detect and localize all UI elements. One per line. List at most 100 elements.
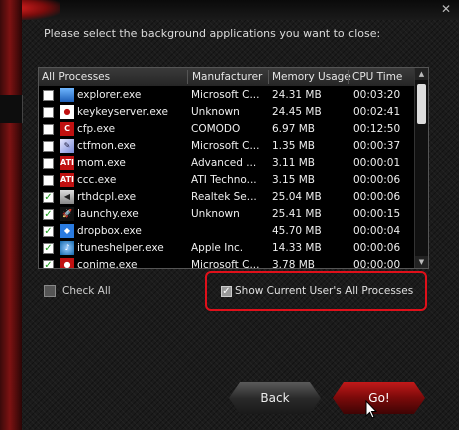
ctfmon-icon: ✎ [60,139,74,153]
show-all-label: Show Current User's All Processes [235,285,414,297]
cpu-time-cell: 00:00:01 [353,157,401,169]
process-name: rthdcpl.exe [77,191,137,203]
memory-cell: 45.70 MB [272,225,322,237]
table-row[interactable]: ✓ ◆ dropbox.exe 45.70 MB 00:00:04 [39,223,414,240]
back-button[interactable]: Back [229,382,321,414]
column-divider [348,70,349,84]
table-row[interactable]: ● keykeyserver.exe Unknown 24.45 MB 00:02:41 [39,104,414,121]
table-row[interactable]: explorer.exe Microsoft C... 24.31 MB 00:03:… [39,87,414,104]
checked-checkbox-icon[interactable]: ✓ [43,260,54,268]
cpu-time-cell: 00:00:04 [353,225,401,237]
manufacturer-cell: Microsoft C... [191,259,260,269]
speaker-icon: ◀ [60,190,74,204]
checkbox-icon[interactable] [43,107,54,118]
header-all-processes[interactable]: All Processes [42,71,110,83]
frame-tab [0,95,23,123]
cpu-time-cell: 00:00:06 [353,174,401,186]
ati-icon: ATI [60,173,74,187]
launchy-icon: 🚀 [60,207,74,221]
memory-cell: 3.15 MB [272,174,315,186]
manufacturer-cell: Unknown [191,106,240,118]
process-name: launchy.exe [77,208,139,220]
table-row[interactable]: ✓ ♪ ituneshelper.exe Apple Inc. 14.33 MB 00:0… [39,240,414,257]
cpu-time-cell: 00:00:06 [353,242,401,254]
manufacturer-cell: Unknown [191,208,240,220]
checked-checkbox-icon[interactable]: ✓ [43,192,54,203]
checked-checkbox-icon[interactable]: ✓ [43,209,54,220]
keykey-icon: ● [60,105,74,119]
checkbox-icon[interactable] [43,90,54,101]
check-all-checkbox[interactable]: Check All [44,285,111,297]
memory-cell: 3.78 MB [272,259,315,269]
header-cpu-time[interactable]: CPU Time [352,71,402,83]
memory-cell: 24.31 MB [272,89,322,101]
header-manufacturer[interactable]: Manufacturer [192,71,262,83]
list-scrollbar[interactable]: ▲ ▼ [414,68,428,268]
manufacturer-cell: Realtek Se... [191,191,257,203]
cpu-time-cell: 00:00:00 [353,259,401,269]
memory-cell: 6.97 MB [272,123,315,135]
window-top-bar: ✕ [0,0,459,20]
memory-cell: 25.41 MB [272,208,322,220]
table-row[interactable]: ✓ ◀ rthdcpl.exe Realtek Se... 25.04 MB 00:00:… [39,189,414,206]
table-row[interactable]: ✓ 🚀 launchy.exe Unknown 25.41 MB 00:00:15 [39,206,414,223]
checkbox-icon[interactable] [43,175,54,186]
process-list[interactable]: All Processes Manufacturer Memory Usage … [38,67,429,269]
process-name: keykeyserver.exe [77,106,168,118]
process-name: cfp.exe [77,123,116,135]
table-row[interactable]: ATI mom.exe Advanced ... 3.11 MB 00:00:01 [39,155,414,172]
mouse-cursor-icon [365,400,377,419]
cpu-time-cell: 00:00:06 [353,191,401,203]
checked-checkbox-icon[interactable]: ✓ [43,226,54,237]
process-name: mom.exe [77,157,126,169]
memory-cell: 25.04 MB [272,191,322,203]
manufacturer-cell: Advanced ... [191,157,257,169]
table-row[interactable]: ✓ ● conime.exe Microsoft C... 3.78 MB 00:00:0… [39,257,414,269]
checkbox-icon[interactable] [43,158,54,169]
table-row[interactable]: Ccfp.exe COMODO 6.97 MB 00:12:50 [39,121,414,138]
process-name: explorer.exe [77,89,142,101]
process-name: dropbox.exe [77,225,142,237]
table-header: All Processes Manufacturer Memory Usage … [39,68,414,86]
checkbox-icon[interactable] [44,285,56,297]
conime-icon: ● [60,258,74,268]
scroll-down-icon[interactable]: ▼ [415,256,428,268]
process-name: ccc.exe [77,174,117,186]
explorer-icon [60,88,74,102]
instruction-text: Please select the background application… [44,27,381,40]
manufacturer-cell: COMODO [191,123,241,135]
process-name: conime.exe [77,259,138,269]
table-row[interactable]: ✎ ctfmon.exe Microsoft C... 1.35 MB 00:00:37 [39,138,414,155]
checked-checkbox-icon[interactable]: ✓ [221,285,232,297]
memory-cell: 24.45 MB [272,106,322,118]
manufacturer-cell: Apple Inc. [191,242,244,254]
checked-checkbox-icon[interactable]: ✓ [43,243,54,254]
header-memory-usage[interactable]: Memory Usage [272,71,351,83]
close-icon[interactable]: ✕ [439,2,453,16]
memory-cell: 3.11 MB [272,157,315,169]
cpu-time-cell: 00:02:41 [353,106,401,118]
manufacturer-cell: Microsoft C... [191,140,260,152]
comodo-icon: C [60,122,74,136]
cpu-time-cell: 00:00:15 [353,208,401,220]
go-button[interactable]: Go! [333,382,425,414]
show-all-processes-checkbox[interactable]: ✓ Show Current User's All Processes [221,285,413,297]
scroll-up-icon[interactable]: ▲ [415,68,428,80]
checkbox-icon[interactable] [43,124,54,135]
checkbox-icon[interactable] [43,141,54,152]
cpu-time-cell: 00:03:20 [353,89,401,101]
window-left-frame [0,0,23,430]
process-name: ituneshelper.exe [77,242,164,254]
cpu-time-cell: 00:00:37 [353,140,401,152]
column-divider [187,70,188,84]
check-all-label: Check All [62,285,111,297]
process-name: ctfmon.exe [77,140,136,152]
itunes-icon: ♪ [60,241,74,255]
manufacturer-cell: Microsoft C... [191,89,260,101]
manufacturer-cell: ATI Techno... [191,174,257,186]
memory-cell: 14.33 MB [272,242,322,254]
scrollbar-thumb[interactable] [417,84,426,124]
memory-cell: 1.35 MB [272,140,315,152]
column-divider [268,70,269,84]
table-row[interactable]: ATI ccc.exe ATI Techno... 3.15 MB 00:00:06 [39,172,414,189]
